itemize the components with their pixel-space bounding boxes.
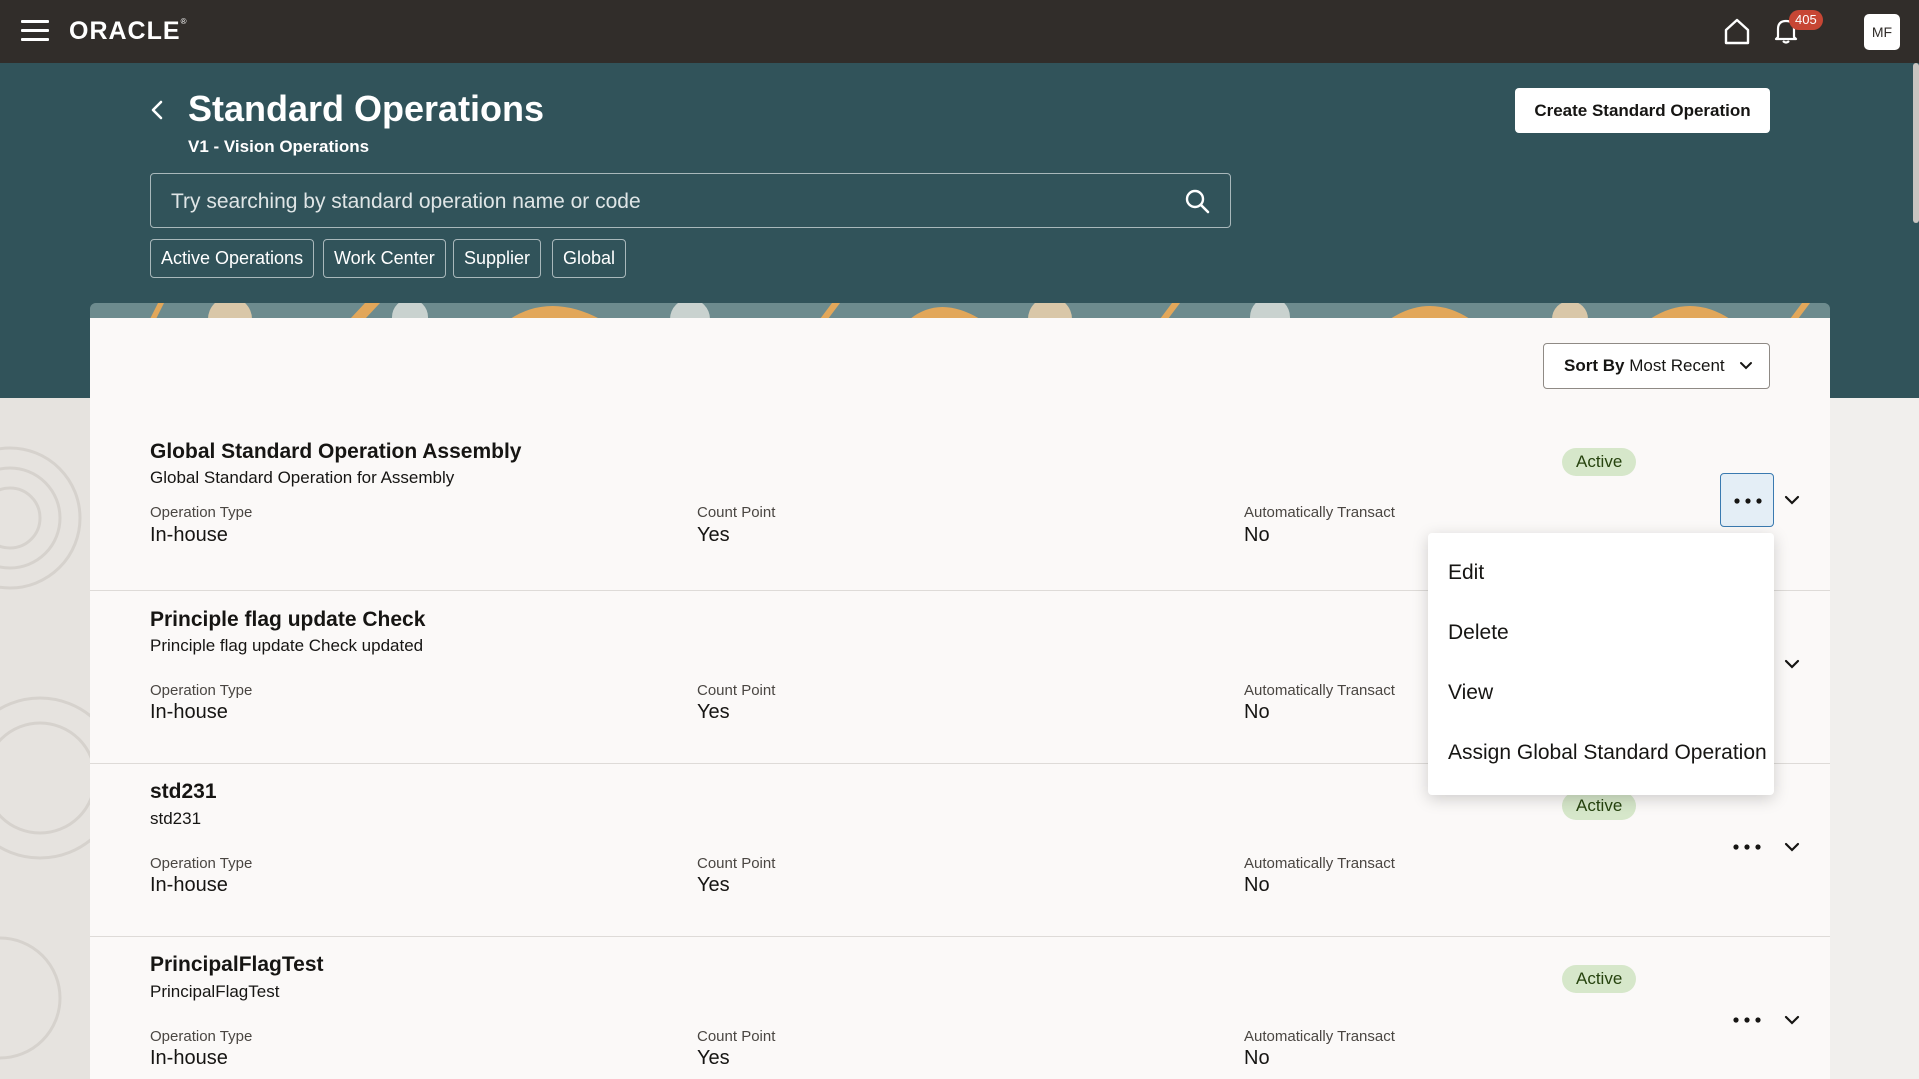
sort-dropdown[interactable]: Sort By Most Recent — [1543, 343, 1770, 389]
brand-mark: ® — [180, 17, 188, 26]
chevron-down-icon[interactable] — [1783, 655, 1801, 673]
decorative-banner — [90, 303, 1830, 319]
chevron-down-icon[interactable] — [1783, 491, 1801, 509]
back-chevron-icon[interactable] — [146, 96, 168, 124]
chevron-down-icon[interactable] — [1783, 838, 1801, 856]
filter-chip-global[interactable]: Global — [552, 239, 627, 278]
auto-transact-label: Automatically Transact — [1244, 1028, 1395, 1045]
count-point-label: Count Point — [697, 1028, 776, 1045]
status-badge: Active — [1562, 448, 1637, 476]
operation-type-label: Operation Type — [150, 504, 253, 521]
operation-type-value: In-house — [150, 1047, 228, 1069]
auto-transact-label: Automatically Transact — [1244, 855, 1395, 872]
page-scrollbar[interactable] — [1913, 63, 1919, 223]
sort-label: Sort By — [1564, 356, 1625, 375]
list-item[interactable]: PrincipalFlagTest PrincipalFlagTest Oper… — [90, 937, 1830, 1079]
status-badge: Active — [1562, 792, 1637, 820]
filter-chip-active-operations[interactable]: Active Operations — [150, 239, 315, 278]
filter-chip-supplier[interactable]: Supplier — [453, 239, 542, 278]
more-actions-button[interactable] — [1720, 473, 1774, 527]
auto-transact-value: No — [1244, 701, 1270, 723]
operation-type-value: In-house — [150, 701, 228, 723]
operation-title: PrincipalFlagTest — [150, 953, 324, 976]
search-input[interactable]: Try searching by standard operation name… — [150, 173, 1231, 228]
more-horizontal-icon — [1733, 844, 1761, 850]
auto-transact-label: Automatically Transact — [1244, 682, 1395, 699]
page-title: Standard Operations — [188, 88, 545, 129]
count-point-value: Yes — [697, 524, 730, 546]
menu-item-view[interactable]: View — [1448, 681, 1493, 705]
actions-menu: Edit Delete View Assign Global Standard … — [1428, 533, 1774, 795]
count-point-label: Count Point — [697, 504, 776, 521]
menu-item-edit[interactable]: Edit — [1448, 561, 1484, 585]
operation-type-value: In-house — [150, 874, 228, 896]
operation-description: Principle flag update Check updated — [150, 636, 424, 655]
count-point-value: Yes — [697, 701, 730, 723]
hamburger-menu-icon[interactable] — [21, 20, 49, 42]
operation-type-label: Operation Type — [150, 682, 253, 699]
auto-transact-label: Automatically Transact — [1244, 504, 1395, 521]
search-icon[interactable] — [1184, 188, 1210, 214]
sort-value: Most Recent — [1629, 356, 1725, 375]
operation-title: std231 — [150, 780, 217, 803]
operation-title: Global Standard Operation Assembly — [150, 440, 522, 463]
more-horizontal-icon — [1734, 498, 1762, 504]
operation-title: Principle flag update Check — [150, 608, 426, 631]
operation-description: PrincipalFlagTest — [150, 982, 280, 1001]
left-decorative-pattern — [0, 398, 90, 1079]
top-bar: ORACLE® 405 MF — [0, 0, 1919, 63]
status-badge: Active — [1562, 965, 1637, 993]
more-horizontal-icon — [1733, 1017, 1761, 1023]
create-standard-operation-button[interactable]: Create Standard Operation — [1515, 88, 1770, 133]
operation-description: std231 — [150, 809, 202, 828]
chevron-down-icon[interactable] — [1783, 1011, 1801, 1029]
count-point-value: Yes — [697, 1047, 730, 1069]
count-point-label: Count Point — [697, 682, 776, 699]
search-placeholder: Try searching by standard operation name… — [171, 190, 641, 213]
more-actions-button[interactable] — [1720, 820, 1774, 874]
count-point-label: Count Point — [697, 855, 776, 872]
auto-transact-value: No — [1244, 1047, 1270, 1069]
filter-chip-work-center[interactable]: Work Center — [323, 239, 446, 278]
more-actions-button[interactable] — [1720, 993, 1774, 1047]
operation-type-label: Operation Type — [150, 1028, 253, 1045]
operation-type-value: In-house — [150, 524, 228, 546]
page-subtitle: V1 - Vision Operations — [188, 137, 370, 156]
auto-transact-value: No — [1244, 874, 1270, 896]
operation-description: Global Standard Operation for Assembly — [150, 468, 455, 487]
user-avatar[interactable]: MF — [1864, 14, 1900, 50]
auto-transact-value: No — [1244, 524, 1270, 546]
oracle-logo[interactable]: ORACLE® — [69, 17, 187, 46]
menu-item-delete[interactable]: Delete — [1448, 621, 1509, 645]
brand-text: ORACLE — [69, 17, 181, 45]
operation-type-label: Operation Type — [150, 855, 253, 872]
notification-count-badge[interactable]: 405 — [1789, 10, 1823, 30]
chevron-down-icon — [1740, 362, 1752, 370]
home-icon[interactable] — [1722, 16, 1752, 46]
menu-item-assign-global[interactable]: Assign Global Standard Operation — [1448, 741, 1767, 765]
count-point-value: Yes — [697, 874, 730, 896]
